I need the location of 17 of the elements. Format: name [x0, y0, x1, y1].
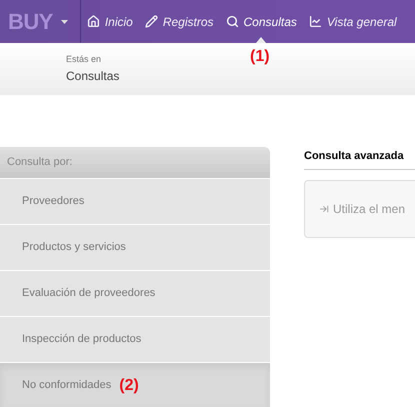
home-icon: [86, 15, 100, 28]
chart-icon: [308, 15, 322, 28]
annotation-label: (2): [119, 376, 139, 396]
nav-link[interactable]: Registros: [138, 0, 220, 43]
breadcrumb-current: Consultas: [66, 68, 120, 84]
annotation-label: (1): [250, 47, 270, 67]
sidebar-header: Consulta por:: [0, 147, 270, 179]
panel-title: Consulta avanzada: [304, 147, 415, 170]
arrow-icon: [319, 204, 329, 214]
nav-link[interactable]: Inicio: [80, 0, 139, 43]
nav-link[interactable]: Vista general: [302, 0, 403, 43]
search-icon: [226, 15, 239, 28]
breadcrumb-caption: Estás en: [66, 53, 102, 66]
hint-text: Utiliza el men: [333, 200, 406, 218]
pencil-icon: [144, 15, 158, 28]
caret-icon: [60, 20, 68, 24]
sidebar-item[interactable]: No conformidades (2): [0, 363, 270, 407]
